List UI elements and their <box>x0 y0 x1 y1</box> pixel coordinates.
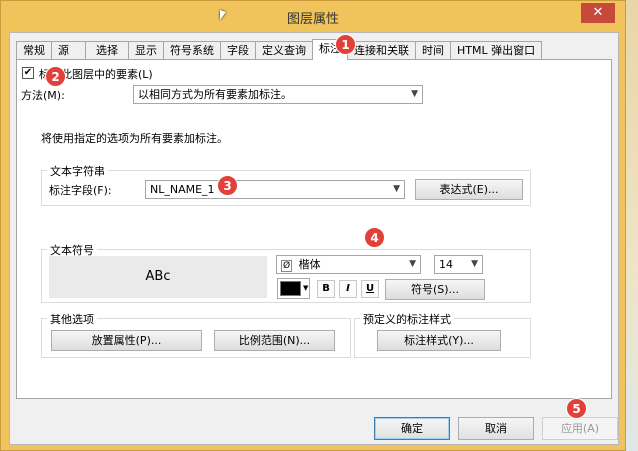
ok-button[interactable]: 确定 <box>374 417 450 440</box>
tab-source[interactable]: 源 <box>51 41 86 60</box>
font-select[interactable]: Ø 楷体 ▼ <box>276 255 421 274</box>
dialog-client-area: 常规 源 选择 显示 符号系统 字段 定义查询 标注 连接和关联 时间 HTML… <box>9 32 619 445</box>
tab-time[interactable]: 时间 <box>415 41 451 60</box>
other-options-legend: 其他选项 <box>47 311 97 327</box>
title-bar: 图层属性 ✕ <box>1 1 625 32</box>
label-styles-button[interactable]: 标注样式(Y)... <box>377 330 501 351</box>
chevron-down-icon: ▼ <box>303 284 309 292</box>
annotation-badge-4: 4 <box>364 227 385 248</box>
tab-display[interactable]: 显示 <box>128 41 164 60</box>
tab-symbology[interactable]: 符号系统 <box>163 41 221 60</box>
method-select-value: 以相同方式为所有要素加标注。 <box>138 88 292 101</box>
tab-fields[interactable]: 字段 <box>220 41 256 60</box>
method-select[interactable]: 以相同方式为所有要素加标注。 ▼ <box>133 85 423 104</box>
placement-properties-button[interactable]: 放置属性(P)... <box>51 330 202 351</box>
symbol-button[interactable]: 符号(S)... <box>385 279 485 300</box>
cancel-button[interactable]: 取消 <box>458 417 534 440</box>
chevron-down-icon: ▼ <box>411 89 418 99</box>
annotation-badge-1: 1 <box>335 34 356 55</box>
color-picker[interactable]: ▼ <box>277 278 310 299</box>
layer-properties-dialog: 图层属性 ✕ 常规 源 选择 显示 符号系统 字段 定义查询 标注 连接和关联 … <box>0 0 626 451</box>
tab-joins-relates[interactable]: 连接和关联 <box>347 41 416 60</box>
info-text: 将使用指定的选项为所有要素加标注。 <box>41 132 228 145</box>
tab-strip: 常规 源 选择 显示 符号系统 字段 定义查询 标注 连接和关联 时间 HTML… <box>16 39 543 60</box>
font-size-value: 14 <box>439 258 453 271</box>
expression-button[interactable]: 表达式(E)... <box>415 179 523 200</box>
method-label: 方法(M): <box>21 89 65 102</box>
annotation-badge-3: 3 <box>217 175 238 196</box>
font-select-value: 楷体 <box>298 258 321 271</box>
underline-button[interactable]: U <box>361 280 379 298</box>
labels-tab-panel: ✔ 标注此图层中的要素(L) 方法(M): 以相同方式为所有要素加标注。 ▼ 将… <box>16 59 612 399</box>
annotation-badge-5: 5 <box>566 398 587 419</box>
label-field-select[interactable]: NL_NAME_1 ▼ <box>145 180 405 199</box>
tab-html-popup[interactable]: HTML 弹出窗口 <box>450 41 543 60</box>
label-field-value: NL_NAME_1 <box>150 183 215 196</box>
dialog-title: 图层属性 <box>286 12 339 27</box>
apply-button[interactable]: 应用(A) <box>542 417 618 440</box>
scale-range-button[interactable]: 比例范围(N)... <box>214 330 335 351</box>
close-button[interactable]: ✕ <box>581 3 615 23</box>
text-symbol-sample: ABc <box>49 256 267 298</box>
tab-definition-query[interactable]: 定义查询 <box>255 41 313 60</box>
label-field-label: 标注字段(F): <box>49 184 112 197</box>
font-type-icon: Ø <box>281 260 293 272</box>
color-swatch <box>280 281 301 296</box>
tab-selection[interactable]: 选择 <box>85 41 129 60</box>
text-string-legend: 文本字符串 <box>47 163 108 179</box>
chevron-down-icon: ▼ <box>393 184 400 194</box>
label-features-checkbox[interactable]: ✔ <box>22 67 34 79</box>
bold-button[interactable]: B <box>317 280 335 298</box>
chevron-down-icon: ▼ <box>471 259 478 269</box>
mouse-cursor-icon <box>220 10 226 20</box>
font-size-select[interactable]: 14 ▼ <box>434 255 483 274</box>
annotation-badge-2: 2 <box>45 66 66 87</box>
predefined-styles-legend: 预定义的标注样式 <box>360 311 454 327</box>
tab-general[interactable]: 常规 <box>16 41 52 60</box>
italic-button[interactable]: I <box>339 280 357 298</box>
chevron-down-icon: ▼ <box>409 259 416 269</box>
